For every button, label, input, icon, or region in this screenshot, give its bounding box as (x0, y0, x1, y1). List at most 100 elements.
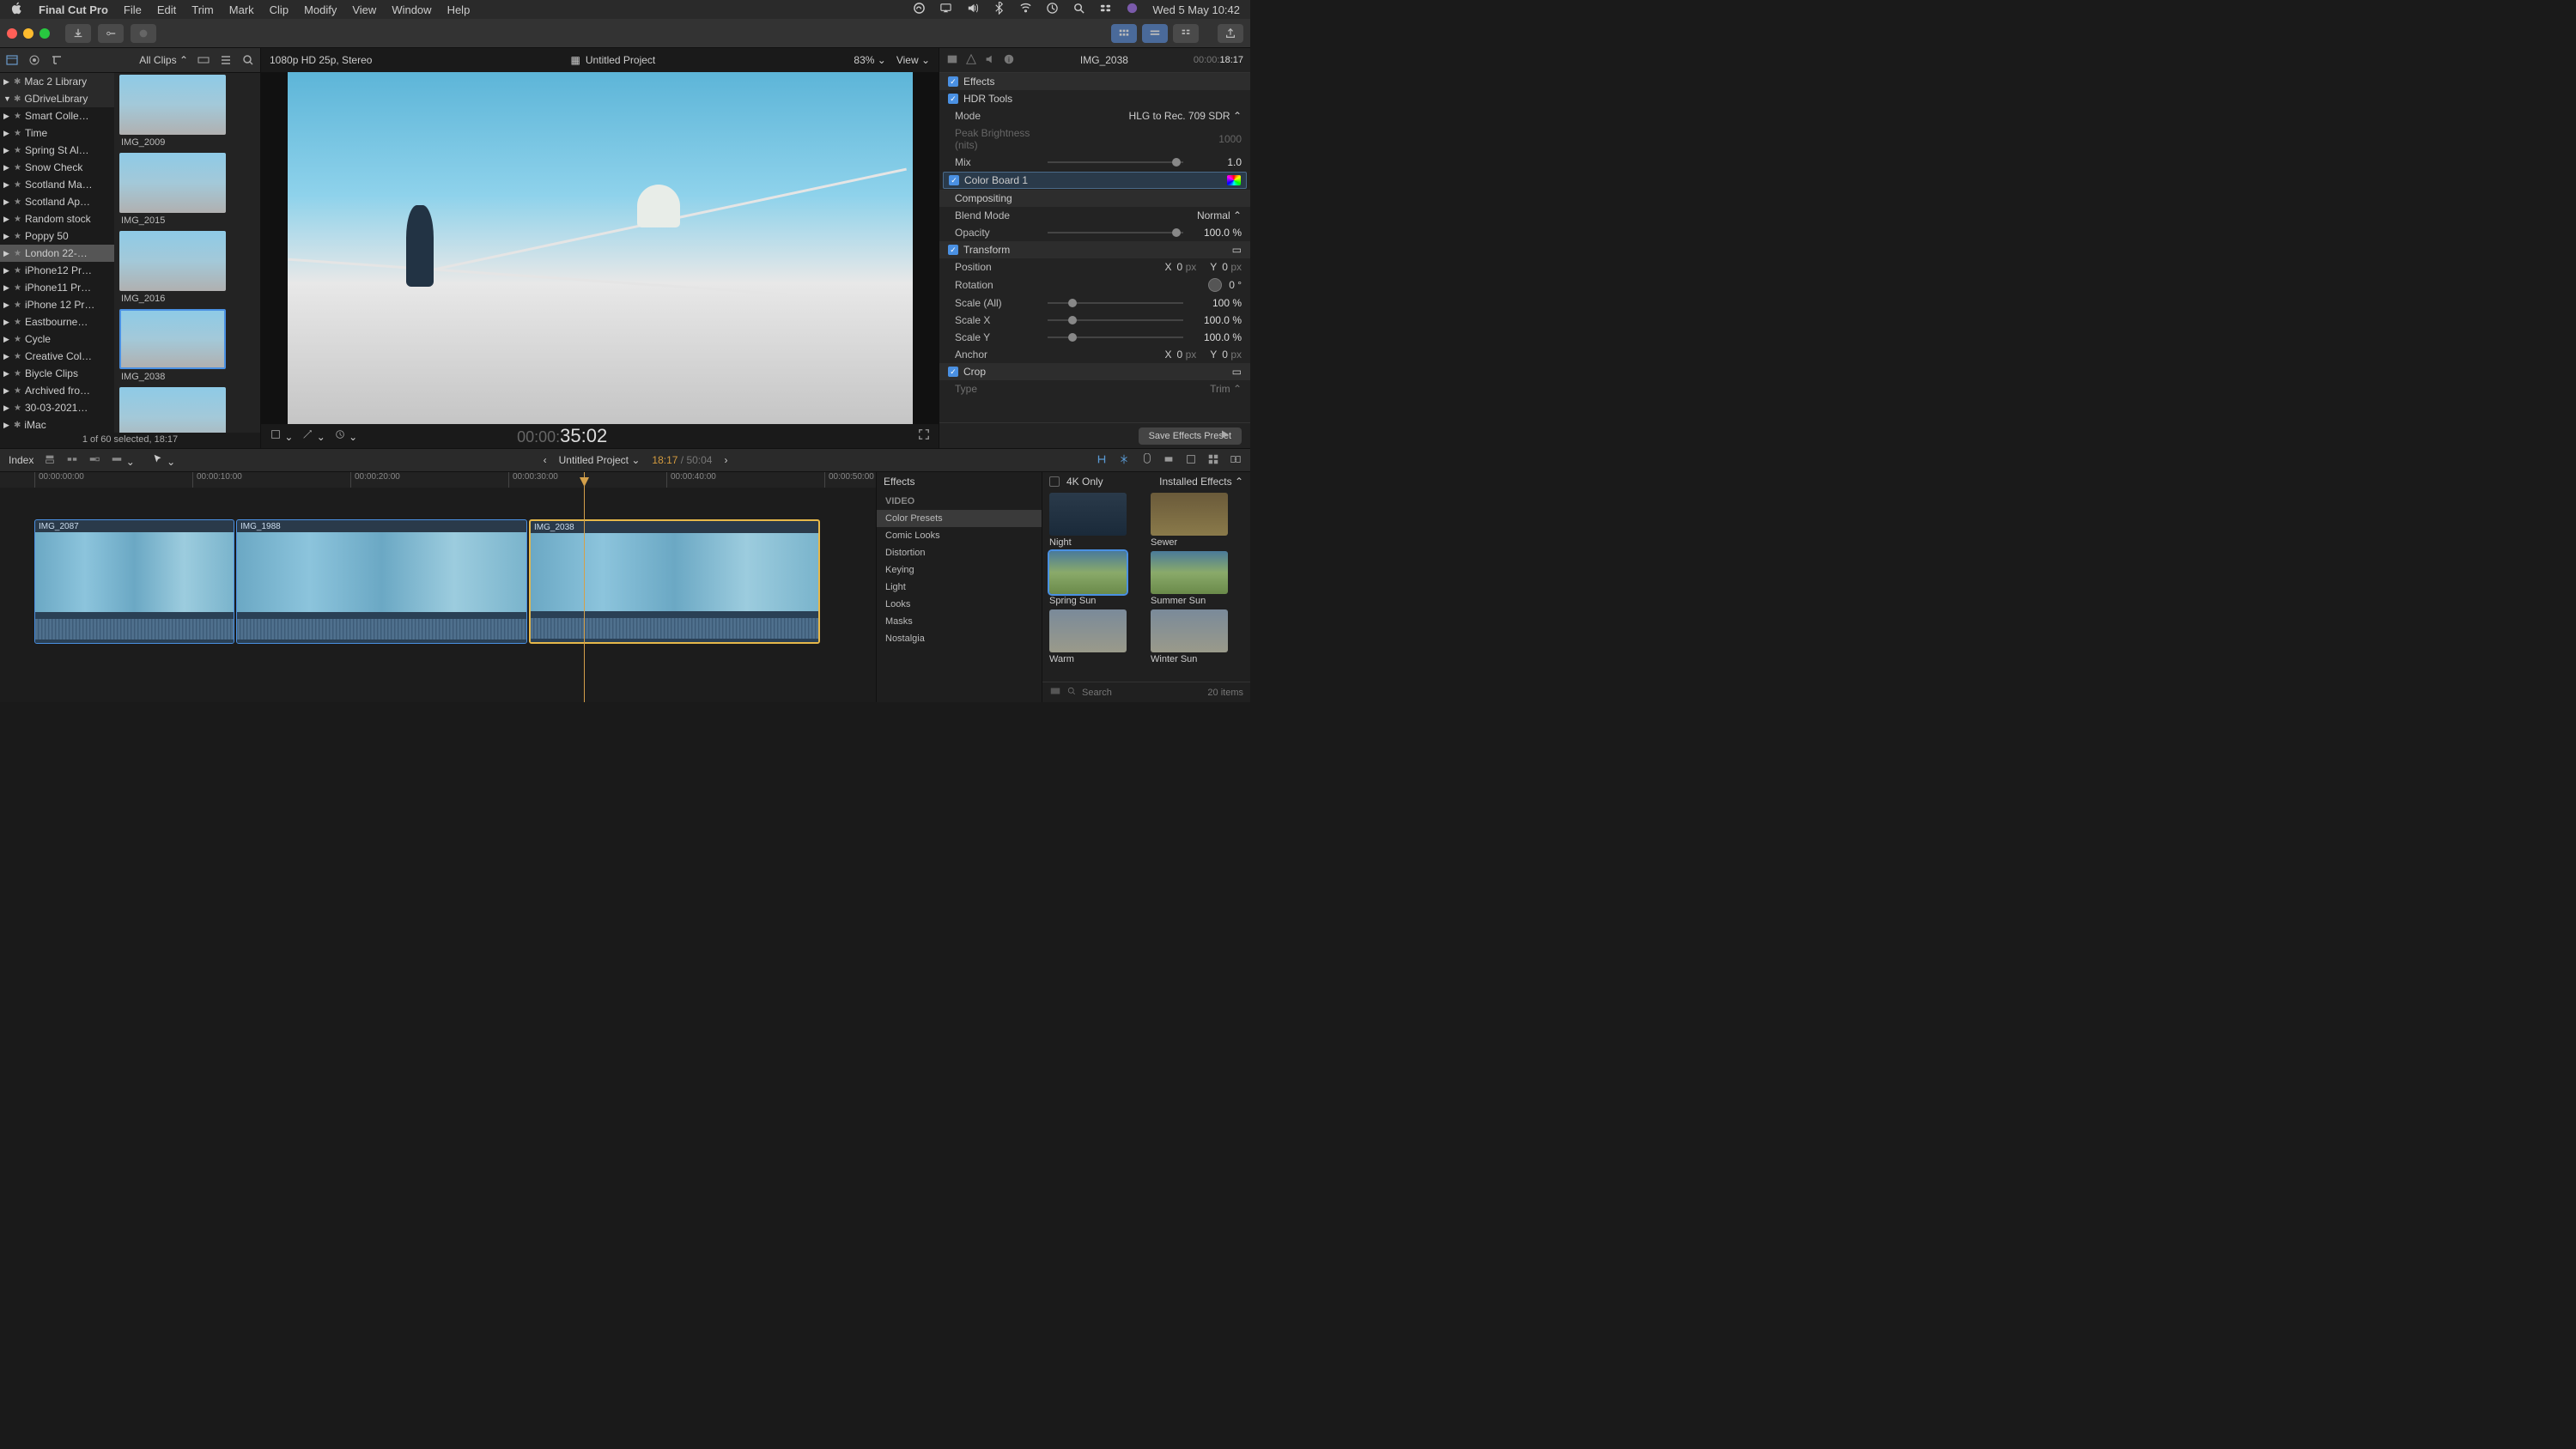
effect-preset[interactable]: Spring Sun (1049, 551, 1142, 606)
clip-thumbnails[interactable]: IMG_2009IMG_2015IMG_2016IMG_2038 (114, 73, 260, 433)
event-row[interactable]: ▶★iPhone12 Pr… (0, 262, 114, 279)
event-row[interactable]: ▶★Spring St Al… (0, 142, 114, 159)
event-row[interactable]: ▶★Scotland Ap… (0, 193, 114, 210)
library-row-imac[interactable]: ▶✱iMac (0, 416, 114, 433)
clip-thumbnail[interactable] (119, 387, 255, 433)
wifi-icon[interactable] (1019, 2, 1032, 17)
hdr-tools-section[interactable]: ✓HDR Tools (939, 90, 1250, 107)
next-edit-icon[interactable]: › (724, 454, 727, 466)
bluetooth-icon[interactable] (993, 2, 1005, 17)
menu-clip[interactable]: Clip (270, 3, 289, 16)
clip-thumbnail[interactable]: IMG_2015 (119, 153, 255, 226)
effects-category[interactable]: Nostalgia (877, 630, 1042, 647)
event-row[interactable]: ▶★Cycle (0, 330, 114, 348)
overwrite-clip-icon[interactable]: ⌄ (111, 453, 134, 468)
insert-clip-icon[interactable] (66, 453, 78, 468)
viewer-canvas[interactable] (288, 72, 913, 424)
retiming-tool-icon[interactable]: ⌄ (334, 428, 357, 443)
color-inspector-icon[interactable] (965, 53, 977, 68)
prev-edit-icon[interactable]: ‹ (544, 454, 547, 466)
transitions-browser-icon[interactable] (1230, 453, 1242, 468)
effects-section[interactable]: ✓Effects (939, 73, 1250, 90)
photos-icon[interactable] (27, 53, 41, 67)
color-board-section[interactable]: ✓Color Board 1 (943, 172, 1247, 189)
event-row[interactable]: ▶★Smart Colle… (0, 107, 114, 124)
show-transform-icon[interactable]: ▭ (1232, 244, 1242, 256)
installed-effects-dropdown[interactable]: Installed Effects ⌃ (1159, 476, 1243, 488)
library-row[interactable]: ▼✱GDriveLibrary (0, 90, 114, 107)
effect-preset[interactable]: Summer Sun (1151, 551, 1243, 606)
menu-view[interactable]: View (352, 3, 376, 16)
zoom-dropdown[interactable]: 83% ⌄ (854, 54, 885, 66)
4k-only-checkbox[interactable] (1049, 476, 1060, 487)
effects-category[interactable]: Color Presets (877, 510, 1042, 527)
color-wheel-icon[interactable] (1227, 175, 1241, 185)
audio-inspector-icon[interactable] (984, 53, 996, 68)
scale-all-slider[interactable] (1048, 302, 1183, 304)
clip-appearance-icon[interactable] (1185, 453, 1197, 468)
arrow-tool-icon[interactable]: ⌄ (152, 453, 175, 468)
rotation-dial[interactable] (1208, 278, 1222, 292)
menu-mark[interactable]: Mark (229, 3, 254, 16)
import-button[interactable] (65, 24, 91, 43)
menu-help[interactable]: Help (447, 3, 471, 16)
anchor-x-field[interactable]: 0 px (1177, 349, 1197, 361)
window-traffic-lights[interactable] (7, 28, 50, 39)
keyword-button[interactable] (98, 24, 124, 43)
transform-section[interactable]: ✓Transform▭ (939, 241, 1250, 258)
event-row[interactable]: ▶★London 22-… (0, 245, 114, 262)
timeline-index-button[interactable]: Index (9, 454, 33, 466)
view-dropdown[interactable]: View ⌄ (896, 54, 930, 66)
transform-tool-icon[interactable]: ⌄ (270, 428, 293, 443)
fullscreen-icon[interactable] (918, 428, 930, 443)
event-row[interactable]: ▶★Scotland Ma… (0, 176, 114, 193)
screen-mirror-icon[interactable] (939, 2, 952, 17)
compositing-section[interactable]: Compositing (939, 190, 1250, 207)
event-row[interactable]: ▶★30-03-2021… (0, 399, 114, 416)
clips-filter-dropdown[interactable]: All Clips ⌃ (139, 54, 188, 66)
snapping-icon[interactable] (1096, 453, 1108, 468)
blend-dropdown[interactable]: Normal ⌃ (1197, 209, 1242, 221)
filmstrip-view-icon[interactable] (197, 53, 210, 67)
clip-thumbnail[interactable]: IMG_2038 (119, 309, 255, 382)
apple-logo-icon[interactable] (10, 2, 23, 17)
playhead[interactable] (584, 472, 585, 702)
app-name[interactable]: Final Cut Pro (39, 3, 108, 16)
creative-cloud-icon[interactable] (913, 2, 926, 17)
effects-browser-icon[interactable] (1207, 453, 1219, 468)
crop-section[interactable]: ✓Crop▭ (939, 363, 1250, 380)
clip-thumbnail[interactable]: IMG_2016 (119, 231, 255, 304)
inspector-layout-button[interactable] (1173, 24, 1199, 43)
event-row[interactable]: ▶★Eastbourne… (0, 313, 114, 330)
connect-clip-icon[interactable] (44, 453, 56, 468)
clip-thumbnail[interactable]: IMG_2009 (119, 75, 255, 148)
menu-file[interactable]: File (124, 3, 142, 16)
effects-category[interactable]: Light (877, 579, 1042, 596)
opacity-slider[interactable] (1048, 232, 1183, 233)
siri-icon[interactable] (1126, 2, 1139, 17)
effects-category[interactable]: Looks (877, 596, 1042, 613)
menubar-clock[interactable]: Wed 5 May 10:42 (1152, 3, 1240, 16)
crop-type-dropdown[interactable]: Trim ⌃ (1210, 383, 1242, 395)
solo-icon[interactable] (1163, 453, 1175, 468)
library-row[interactable]: ▶✱Mac 2 Library (0, 73, 114, 90)
timeline-clip[interactable]: IMG_2038 (529, 519, 820, 644)
info-inspector-icon[interactable]: i (1003, 53, 1015, 68)
background-tasks-button[interactable] (131, 24, 156, 43)
event-row[interactable]: ▶★Biycle Clips (0, 365, 114, 382)
effects-search-input[interactable]: Search (1082, 688, 1112, 698)
spotlight-icon[interactable] (1072, 2, 1085, 17)
menu-edit[interactable]: Edit (157, 3, 176, 16)
rotation-field[interactable]: 0 ° (1229, 279, 1242, 291)
effect-preset[interactable]: Sewer (1151, 493, 1243, 548)
time-machine-icon[interactable] (1046, 2, 1059, 17)
search-icon[interactable] (241, 53, 255, 67)
pos-x-field[interactable]: 0 px (1177, 261, 1197, 273)
mix-slider[interactable] (1048, 161, 1183, 163)
effects-theme-icon[interactable] (1049, 685, 1061, 700)
effects-category[interactable]: Distortion (877, 544, 1042, 561)
timeline-ruler[interactable]: 00:00:00:00 00:00:10:00 00:00:20:00 00:0… (0, 472, 876, 488)
pos-y-field[interactable]: 0 px (1222, 261, 1242, 273)
timeline-clip[interactable]: IMG_1988 (236, 519, 527, 644)
scale-x-slider[interactable] (1048, 319, 1183, 321)
